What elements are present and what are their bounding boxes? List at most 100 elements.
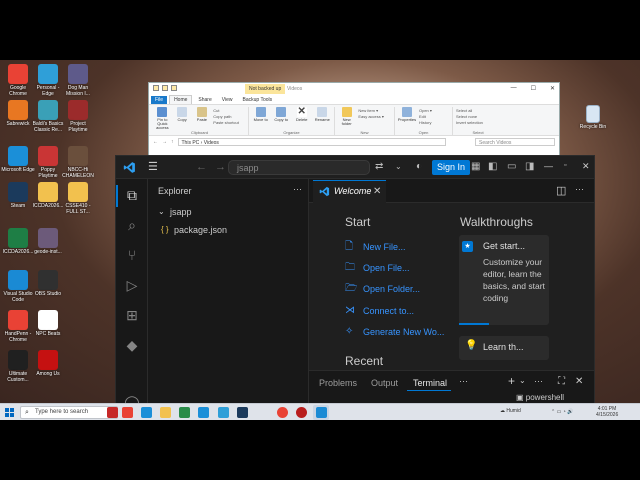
tab-share[interactable]: Share: [194, 96, 215, 104]
desktop-icon[interactable]: Among Us: [31, 350, 65, 377]
desktop-icon[interactable]: Poppy Playtime: [31, 146, 65, 179]
taskbar-search-input[interactable]: ⌕ Type here to search: [20, 406, 118, 419]
minimize-icon[interactable]: —: [544, 161, 553, 171]
search-videos-input[interactable]: Search Videos: [475, 137, 555, 146]
desktop-icon[interactable]: Visual Studio Code: [1, 270, 35, 303]
forward-arrow-icon[interactable]: →: [162, 139, 167, 145]
close-tab-icon[interactable]: ✕: [373, 181, 381, 202]
new-file-link[interactable]: 🗋 New File...: [345, 240, 455, 254]
select-none-button[interactable]: Select none: [456, 114, 490, 119]
close-icon[interactable]: ✕: [550, 85, 555, 92]
address-bar[interactable]: This PC › Videos: [177, 137, 446, 146]
toggle-secondary-sidebar-icon[interactable]: ◨: [525, 161, 534, 173]
desktop-icon[interactable]: Ultimate Custom...: [1, 350, 35, 383]
restore-icon[interactable]: ▫: [564, 162, 566, 169]
new-terminal-plus-icon[interactable]: +: [508, 374, 515, 388]
source-control-icon[interactable]: ⑂: [123, 246, 141, 264]
desktop-icon[interactable]: Personal - Edge: [31, 64, 65, 97]
walkthrough-get-started[interactable]: ★ Get start... Customize your editor, le…: [459, 235, 549, 325]
chevron-down-icon[interactable]: ⌄: [519, 376, 526, 385]
split-editor-icon[interactable]: ◫: [556, 184, 566, 197]
close-icon[interactable]: ✕: [582, 161, 590, 172]
connect-to-link[interactable]: ⋊ Connect to...: [345, 304, 455, 318]
desktop-icon[interactable]: CSSE410 - FULL ST...: [61, 182, 95, 215]
copy-path-button[interactable]: Copy path: [213, 114, 245, 119]
hamburger-menu-icon[interactable]: ☰: [148, 162, 158, 173]
tab-welcome[interactable]: Welcome ✕: [313, 180, 386, 203]
quick-access-toolbar[interactable]: [153, 85, 177, 91]
desktop-icon[interactable]: Baldi's Basics Classic Re...: [31, 100, 65, 133]
vscode-taskbar-icon[interactable]: [316, 407, 327, 418]
taskbar-app-icon[interactable]: [179, 407, 190, 418]
file-explorer-taskbar-icon[interactable]: [160, 407, 171, 418]
open-file-link[interactable]: 🗀 Open File...: [345, 261, 455, 275]
open-button[interactable]: Open ▾: [419, 108, 449, 113]
minimize-icon[interactable]: —: [511, 85, 517, 92]
tab-problems[interactable]: Problems: [319, 378, 357, 388]
desktop-icon[interactable]: HandPenn - Chrome: [1, 310, 35, 343]
paste-shortcut-button[interactable]: Paste shortcut: [213, 120, 245, 125]
maximize-panel-icon[interactable]: ⛶: [558, 376, 565, 387]
weather-widget[interactable]: ☁ Humid: [500, 408, 521, 414]
file-row-package-json[interactable]: { } package.json: [148, 222, 308, 238]
recycle-bin-icon[interactable]: Recycle Bin: [576, 105, 610, 130]
history-button[interactable]: History: [419, 120, 449, 125]
more-actions-icon[interactable]: ···: [534, 376, 543, 386]
more-actions-icon[interactable]: ···: [459, 376, 468, 386]
tab-view[interactable]: View: [218, 96, 237, 104]
desktop-icon[interactable]: geode-inst...: [31, 228, 65, 255]
back-arrow-icon[interactable]: ←: [153, 139, 158, 145]
desktop-icon[interactable]: NBCC-Hi CHAMELEON: [61, 146, 95, 179]
walkthrough-learn[interactable]: 💡 Learn th...: [459, 336, 549, 360]
explorer-files-icon[interactable]: ⧉: [123, 186, 141, 204]
terminal-instance-powershell[interactable]: ▣ powershell: [516, 393, 564, 402]
extensions-icon[interactable]: ⊞: [123, 306, 141, 324]
context-tab-not-backed-up[interactable]: Not backed up: [245, 84, 286, 94]
tab-home[interactable]: Home: [169, 95, 193, 104]
cut-button[interactable]: Cut: [213, 108, 245, 113]
up-arrow-icon[interactable]: ↑: [171, 139, 174, 145]
desktop-icon[interactable]: Dog Man Mission I...: [61, 64, 95, 97]
desktop-icon[interactable]: Steam: [1, 182, 35, 209]
toggle-panel-icon[interactable]: ▭: [507, 161, 516, 173]
more-actions-icon[interactable]: ···: [575, 184, 584, 194]
system-tray-icons[interactable]: ⌃ ▭ ◔ 🔊: [551, 409, 573, 415]
command-center-search[interactable]: jsapp: [228, 160, 370, 175]
accounts-icon[interactable]: ◯: [123, 393, 141, 403]
chevron-down-icon[interactable]: ⌄: [395, 161, 402, 173]
chrome-taskbar-icon[interactable]: [277, 407, 288, 418]
tab-backup-tools[interactable]: Backup Tools: [239, 96, 277, 104]
search-icon[interactable]: ⌕: [123, 216, 141, 234]
edit-button[interactable]: Edit: [419, 114, 449, 119]
layout-icon[interactable]: ▦: [471, 161, 480, 173]
edge-taskbar-icon[interactable]: [198, 407, 209, 418]
desktop-icon[interactable]: OBS Studio: [31, 270, 65, 297]
taskbar-app-icon[interactable]: [141, 407, 152, 418]
open-folder-link[interactable]: 🗁 Open Folder...: [345, 282, 455, 296]
maximize-icon[interactable]: ☐: [531, 85, 536, 92]
select-all-button[interactable]: Select all: [456, 108, 490, 113]
windows-start-icon[interactable]: [5, 408, 14, 417]
desktop-icon[interactable]: ICCDA2026...: [31, 182, 65, 209]
tab-file[interactable]: File: [151, 96, 168, 104]
python-icon[interactable]: ◆: [123, 336, 141, 354]
easy-access-button[interactable]: Easy access ▾: [358, 114, 391, 119]
folder-row-jsapp[interactable]: ⌄ jsapp: [148, 204, 308, 220]
copilot-icon[interactable]: ⇄: [375, 161, 383, 173]
tab-terminal[interactable]: Terminal: [413, 378, 447, 388]
toggle-sidebar-icon[interactable]: ◧: [488, 161, 497, 173]
desktop-icon[interactable]: ICCDA2026...: [1, 228, 35, 255]
tab-output[interactable]: Output: [371, 378, 398, 388]
close-panel-icon[interactable]: ✕: [575, 376, 583, 387]
back-arrow-icon[interactable]: ←: [196, 161, 207, 173]
invert-selection-button[interactable]: Invert selection: [456, 120, 490, 125]
desktop-icon[interactable]: Microsoft Edge: [1, 146, 35, 173]
accounts-icon[interactable]: ◐: [416, 161, 422, 173]
taskbar-app-icon[interactable]: [122, 407, 133, 418]
sign-in-button[interactable]: Sign In: [432, 160, 471, 175]
taskbar-app-icon[interactable]: [218, 407, 229, 418]
desktop-icon[interactable]: Google Chrome: [1, 64, 35, 97]
taskbar-app-icon[interactable]: [296, 407, 307, 418]
desktop-icon[interactable]: NPC Beats: [31, 310, 65, 337]
steam-taskbar-icon[interactable]: [237, 407, 248, 418]
